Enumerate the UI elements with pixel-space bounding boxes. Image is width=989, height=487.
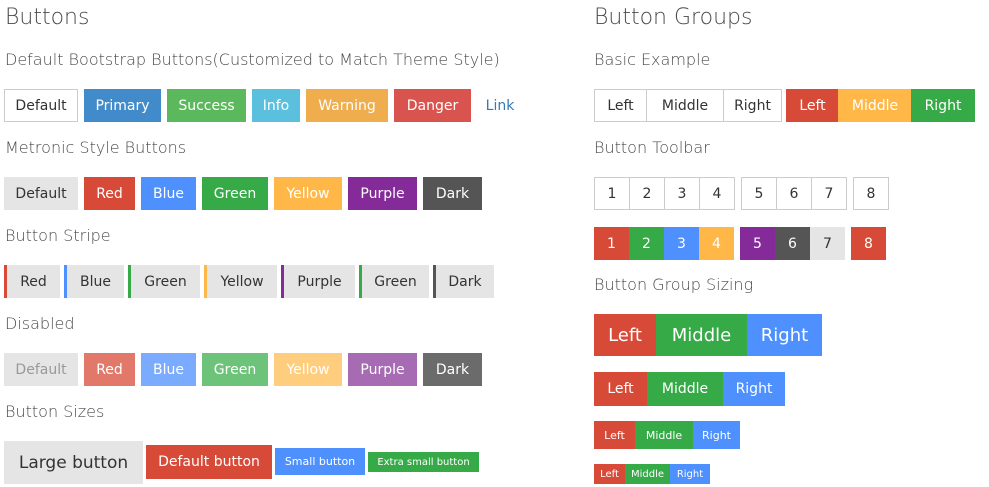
large-group-middle-button[interactable]: Middle [656, 314, 747, 356]
default-size-button[interactable]: Default button [146, 445, 272, 479]
link-button[interactable]: Link [477, 89, 523, 122]
toolbar-button-2[interactable]: 2 [629, 177, 665, 210]
buttons-title: Buttons [5, 5, 90, 30]
toolbar-button-8[interactable]: 8 [853, 177, 889, 210]
stripe-green-button-2[interactable]: Green [359, 265, 429, 298]
colored-middle-button[interactable]: Middle [838, 89, 912, 122]
danger-button[interactable]: Danger [394, 89, 471, 122]
stripe-blue-button[interactable]: Blue [64, 265, 124, 298]
disabled-yellow-button: Yellow [274, 353, 342, 386]
basic-middle-button[interactable]: Middle [646, 89, 724, 122]
stripe-dark-button[interactable]: Dark [433, 265, 494, 298]
disabled-heading: Disabled [5, 314, 75, 333]
button-sizes-heading: Button Sizes [5, 402, 105, 421]
default-buttons-heading: Default Bootstrap Buttons(Customized to … [5, 50, 500, 69]
large-group-right-button[interactable]: Right [747, 314, 822, 356]
button-stripe-heading: Button Stripe [5, 226, 111, 245]
disabled-default-button: Default [4, 353, 78, 386]
disabled-purple-button: Purple [348, 353, 417, 386]
xs-group-right-button[interactable]: Right [670, 464, 710, 484]
primary-button[interactable]: Primary [84, 89, 161, 122]
basic-right-button[interactable]: Right [723, 89, 782, 122]
disabled-red-button: Red [84, 353, 135, 386]
stripe-green-button[interactable]: Green [128, 265, 200, 298]
colored-right-button[interactable]: Right [911, 89, 975, 122]
button-group-sizing-heading: Button Group Sizing [594, 275, 754, 294]
small-group-middle-button[interactable]: Middle [635, 421, 693, 449]
metronic-red-button[interactable]: Red [84, 177, 135, 210]
colored-toolbar-button-8[interactable]: 8 [851, 227, 886, 260]
default-group-right-button[interactable]: Right [723, 372, 785, 406]
info-button[interactable]: Info [252, 89, 300, 122]
metronic-green-button[interactable]: Green [202, 177, 268, 210]
toolbar-button-6[interactable]: 6 [776, 177, 812, 210]
large-group-left-button[interactable]: Left [594, 314, 656, 356]
default-button[interactable]: Default [4, 89, 78, 122]
disabled-dark-button: Dark [423, 353, 482, 386]
metronic-yellow-button[interactable]: Yellow [274, 177, 342, 210]
toolbar-button-5[interactable]: 5 [741, 177, 777, 210]
toolbar-button-7[interactable]: 7 [811, 177, 847, 210]
metronic-buttons-heading: Metronic Style Buttons [5, 138, 187, 157]
large-button[interactable]: Large button [4, 441, 143, 484]
disabled-green-button: Green [202, 353, 268, 386]
colored-toolbar-button-2[interactable]: 2 [629, 227, 664, 260]
disabled-blue-button: Blue [141, 353, 196, 386]
metronic-purple-button[interactable]: Purple [348, 177, 417, 210]
button-groups-title: Button Groups [594, 5, 753, 30]
stripe-yellow-button[interactable]: Yellow [204, 265, 277, 298]
small-group-right-button[interactable]: Right [693, 421, 740, 449]
toolbar-button-1[interactable]: 1 [594, 177, 630, 210]
default-group-left-button[interactable]: Left [594, 372, 647, 406]
metronic-blue-button[interactable]: Blue [141, 177, 196, 210]
stripe-purple-button[interactable]: Purple [281, 265, 355, 298]
metronic-dark-button[interactable]: Dark [423, 177, 482, 210]
toolbar-button-4[interactable]: 4 [699, 177, 735, 210]
xs-group-middle-button[interactable]: Middle [625, 464, 670, 484]
xs-group-left-button[interactable]: Left [594, 464, 625, 484]
metronic-default-button[interactable]: Default [4, 177, 78, 210]
success-button[interactable]: Success [167, 89, 246, 122]
colored-left-button[interactable]: Left [786, 89, 839, 122]
button-toolbar-heading: Button Toolbar [594, 138, 710, 157]
colored-toolbar-button-5[interactable]: 5 [740, 227, 775, 260]
colored-toolbar-button-6[interactable]: 6 [775, 227, 810, 260]
default-group-middle-button[interactable]: Middle [647, 372, 723, 406]
colored-toolbar-button-3[interactable]: 3 [664, 227, 699, 260]
toolbar-button-3[interactable]: 3 [664, 177, 700, 210]
basic-example-heading: Basic Example [594, 50, 711, 69]
small-group-left-button[interactable]: Left [594, 421, 635, 449]
stripe-red-button[interactable]: Red [4, 265, 60, 298]
extra-small-button[interactable]: Extra small button [368, 452, 479, 472]
colored-toolbar-button-7[interactable]: 7 [810, 227, 845, 260]
basic-left-button[interactable]: Left [594, 89, 647, 122]
warning-button[interactable]: Warning [306, 89, 388, 122]
colored-toolbar-button-4[interactable]: 4 [699, 227, 734, 260]
colored-toolbar-button-1[interactable]: 1 [594, 227, 629, 260]
small-button[interactable]: Small button [275, 448, 365, 475]
